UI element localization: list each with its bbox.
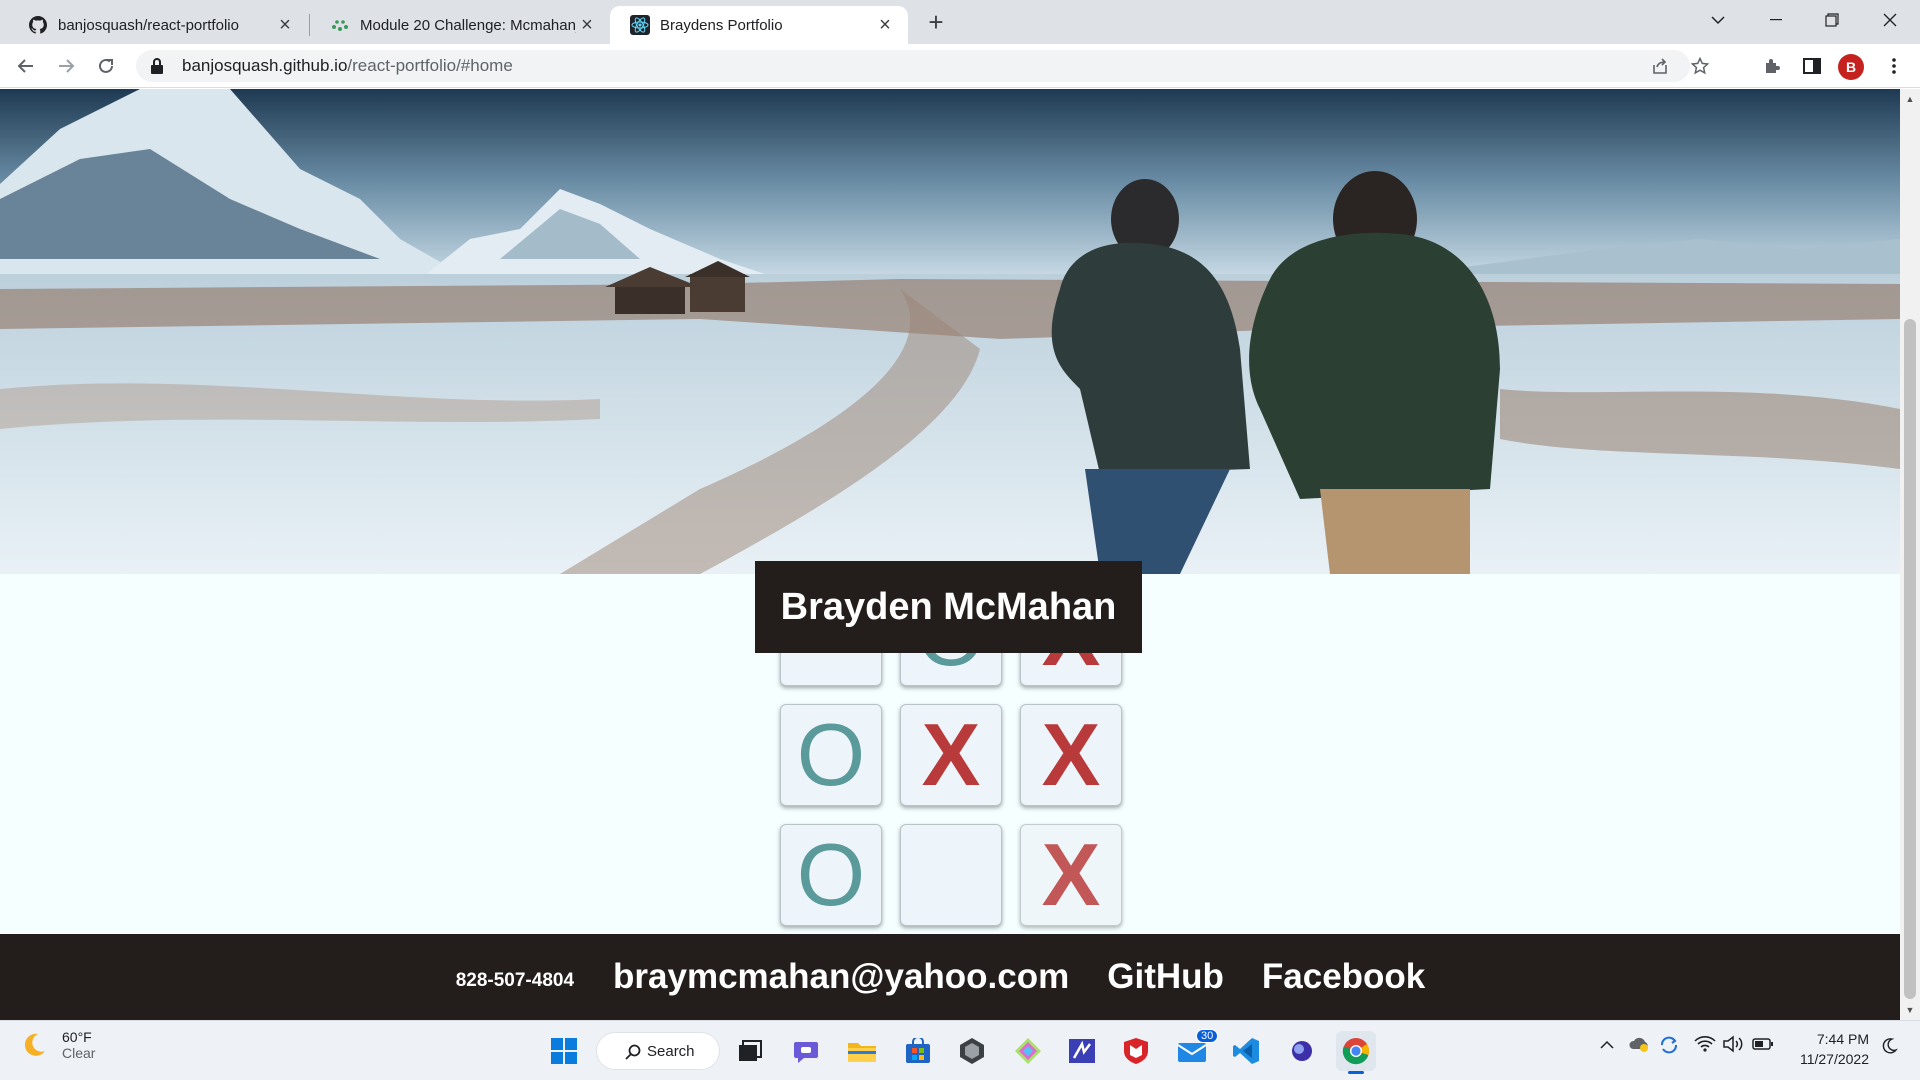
clock-date: 11/27/2022 xyxy=(1799,1051,1869,1067)
extensions-icon[interactable] xyxy=(1756,50,1788,82)
insomnia-icon[interactable] xyxy=(1062,1031,1102,1071)
mcafee-shield-icon[interactable] xyxy=(1116,1031,1156,1071)
chrome-menu-icon[interactable] xyxy=(1878,50,1910,82)
email-link[interactable]: braymcmahan@yahoo.com xyxy=(613,957,1069,997)
weather-widget[interactable]: 60°F Clear xyxy=(20,1029,95,1061)
volume-icon[interactable] xyxy=(1722,1035,1744,1057)
forward-button[interactable] xyxy=(50,50,82,82)
browser-toolbar: banjosquash.github.io/react-portfolio/#h… xyxy=(0,44,1920,88)
clock-time: 7:44 PM xyxy=(1816,1031,1869,1047)
vscode-icon[interactable] xyxy=(1226,1031,1266,1071)
scroll-down-icon[interactable]: ▼ xyxy=(1904,1004,1916,1016)
active-app-indicator xyxy=(1348,1071,1364,1074)
tab-braydens-portfolio[interactable]: Braydens Portfolio × xyxy=(610,6,908,44)
windows-taskbar: 60°F Clear Search 30 7:44 PM 11/27/2022 xyxy=(0,1020,1920,1080)
file-explorer-icon[interactable] xyxy=(842,1031,882,1071)
back-button[interactable] xyxy=(10,50,42,82)
profile-avatar[interactable]: B xyxy=(1838,54,1864,80)
hero-name: Brayden McMahan xyxy=(780,585,1117,628)
restore-button[interactable] xyxy=(1804,0,1860,40)
board-cell-6[interactable]: X xyxy=(1020,704,1122,806)
tab-module-20[interactable]: Module 20 Challenge: Mcmahan_ × xyxy=(310,6,610,44)
board-cell-9[interactable]: X xyxy=(1020,824,1122,926)
phone-number[interactable]: 828-507-4804 xyxy=(456,970,574,992)
react-icon xyxy=(630,15,650,35)
microsoft-store-icon[interactable] xyxy=(898,1031,938,1071)
weather-condition: Clear xyxy=(62,1045,96,1061)
tab-title: Braydens Portfolio xyxy=(660,16,783,34)
url-path: /react-portfolio/#home xyxy=(347,56,513,75)
board-cell-8[interactable] xyxy=(900,824,1002,926)
tab-title: Module 20 Challenge: Mcmahan_ xyxy=(360,16,576,34)
address-bar[interactable]: banjosquash.github.io/react-portfolio/#h… xyxy=(136,50,1709,82)
windows-start-icon[interactable] xyxy=(544,1031,584,1071)
onedrive-icon[interactable] xyxy=(1628,1035,1650,1057)
minimize-button[interactable] xyxy=(1748,0,1804,40)
close-tab-icon[interactable]: × xyxy=(576,14,598,36)
chrome-icon[interactable] xyxy=(1336,1031,1376,1074)
new-tab-button[interactable]: + xyxy=(922,7,950,37)
facebook-link[interactable]: Facebook xyxy=(1262,957,1425,997)
app-orb-icon[interactable] xyxy=(1282,1031,1322,1071)
hero-banner-image xyxy=(0,89,1900,574)
sync-icon[interactable] xyxy=(1658,1035,1680,1059)
weather-temp: 60°F xyxy=(62,1029,92,1045)
contact-footer: 828-507-4804 braymcmahan@yahoo.com GitHu… xyxy=(0,934,1900,1020)
lock-icon xyxy=(150,58,166,74)
close-tab-icon[interactable]: × xyxy=(274,14,296,36)
teams-chat-icon[interactable] xyxy=(786,1031,826,1071)
canvas-icon xyxy=(330,15,350,35)
search-icon xyxy=(625,1044,641,1060)
taskbar-search[interactable]: Search xyxy=(596,1032,720,1070)
gitkraken-icon[interactable] xyxy=(1008,1031,1048,1071)
board-cell-7[interactable]: O xyxy=(780,824,882,926)
moon-icon xyxy=(24,1033,45,1056)
hero-name-banner: Brayden McMahan xyxy=(755,561,1142,653)
reload-button[interactable] xyxy=(90,50,122,82)
url-host: banjosquash.github.io xyxy=(182,56,348,75)
mail-badge: 30 xyxy=(1196,1029,1219,1043)
board-cell-4[interactable]: O xyxy=(780,704,882,806)
scroll-up-icon[interactable]: ▲ xyxy=(1904,93,1916,105)
side-panel-icon[interactable] xyxy=(1796,50,1828,82)
board-cell-5[interactable]: X xyxy=(900,704,1002,806)
page-viewport: Brayden McMahan O X O X X O X 828-507-48… xyxy=(0,89,1900,1020)
wifi-icon[interactable] xyxy=(1694,1035,1716,1057)
mail-icon[interactable]: 30 xyxy=(1172,1029,1219,1071)
tab-search-chevron-icon[interactable] xyxy=(1690,0,1746,40)
bookmark-star-icon[interactable] xyxy=(1684,50,1716,82)
task-view-icon[interactable] xyxy=(730,1031,770,1071)
show-hidden-icons-chevron[interactable] xyxy=(1600,1037,1614,1054)
github-link[interactable]: GitHub xyxy=(1107,957,1224,997)
share-icon[interactable] xyxy=(1644,50,1676,82)
github-icon xyxy=(28,15,48,35)
page-scrollbar[interactable]: ▲ ▼ xyxy=(1900,89,1920,1020)
scroll-thumb[interactable] xyxy=(1904,319,1916,999)
tab-title: banjosquash/react-portfolio xyxy=(58,16,239,34)
unity-hub-icon[interactable] xyxy=(952,1031,992,1071)
system-clock[interactable]: 7:44 PM 11/27/2022 xyxy=(1783,1029,1869,1069)
search-label: Search xyxy=(647,1042,695,1060)
close-tab-icon[interactable]: × xyxy=(874,14,896,36)
battery-icon[interactable] xyxy=(1752,1037,1774,1055)
tab-strip: banjosquash/react-portfolio × Module 20 … xyxy=(0,0,1920,44)
tab-github[interactable]: banjosquash/react-portfolio × xyxy=(8,6,308,44)
notification-icon[interactable] xyxy=(1880,1037,1898,1059)
close-window-button[interactable] xyxy=(1862,0,1918,40)
